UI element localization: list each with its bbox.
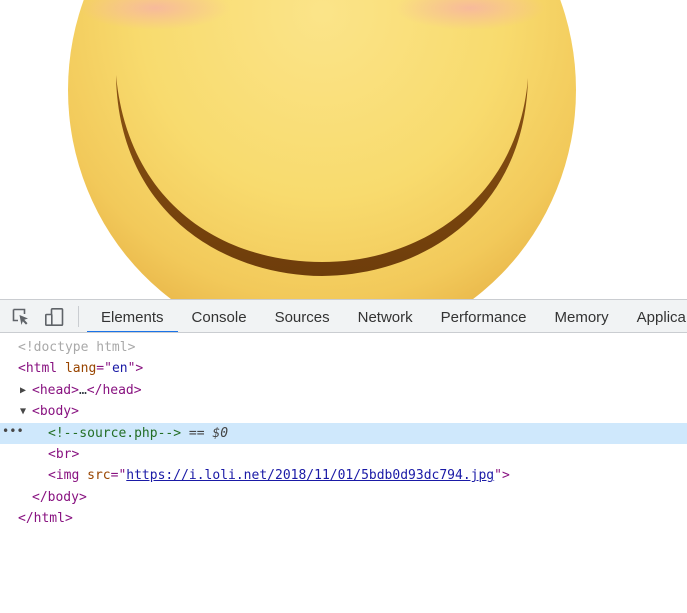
head-close-end: > (133, 382, 142, 398)
body-close-tag-name: body (47, 489, 79, 505)
body-close-end: > (78, 489, 87, 505)
img-attr-name: src (87, 468, 111, 484)
page-viewport (0, 0, 687, 299)
head-close-start: </ (86, 382, 103, 398)
html-attr-name: lang (64, 361, 97, 377)
head-ellipsis: … (78, 382, 87, 398)
dom-node-doctype[interactable]: <!doctype html> (0, 337, 687, 358)
html-close-start: </ (18, 511, 34, 527)
img-close-bracket: "> (494, 468, 510, 484)
br-tag-name: br (55, 446, 72, 462)
doctype-text: <!doctype html> (18, 340, 136, 355)
console-ref-label: == $0 (188, 425, 229, 441)
more-options-icon[interactable]: ••• (2, 421, 24, 442)
dom-tree: <!doctype html> <html lang="en"> ▶ <head… (0, 333, 687, 530)
head-open-bracket: < (32, 382, 40, 398)
body-open-end: > (71, 404, 79, 420)
devtools-panel: Elements Console Sources Network Perform… (0, 299, 687, 613)
tab-application[interactable]: Applica (623, 300, 687, 332)
html-open-bracket: < (18, 361, 26, 377)
comment-text: <!--source.php--> (48, 425, 182, 441)
tab-network[interactable]: Network (344, 300, 427, 332)
dom-node-head[interactable]: ▶ <head>…</head> (0, 380, 687, 401)
html-attr-value: en (111, 361, 128, 377)
device-toolbar-icon[interactable] (45, 308, 64, 326)
tab-elements[interactable]: Elements (87, 300, 178, 332)
inspect-element-icon[interactable] (12, 308, 30, 326)
dom-node-br[interactable]: <br> (0, 444, 687, 465)
collapse-triangle-icon[interactable]: ▼ (20, 401, 26, 422)
html-close-tag-name: html (33, 511, 65, 527)
dom-node-body-close[interactable]: </body> (0, 487, 687, 508)
devtools-tabs: Elements Console Sources Network Perform… (87, 300, 687, 332)
body-close-start: </ (32, 489, 48, 505)
img-tag-name: img (55, 468, 80, 484)
body-open-bracket: < (32, 404, 40, 420)
img-attr-eq: =" (110, 468, 127, 484)
img-src-link[interactable]: https://i.loli.net/2018/11/01/5bdb0d93dc… (126, 468, 494, 483)
html-close-end: > (64, 511, 73, 527)
br-close-bracket: > (71, 446, 80, 462)
head-tag-name: head (39, 382, 72, 398)
tab-performance[interactable]: Performance (427, 300, 541, 332)
devtools-toolbar: Elements Console Sources Network Perform… (0, 299, 687, 333)
head-close-tag-name: head (102, 382, 134, 398)
br-open-bracket: < (48, 446, 56, 462)
smiley-face-image (68, 0, 576, 299)
dom-node-html[interactable]: <html lang="en"> (0, 358, 687, 379)
dom-node-comment-selected[interactable]: ••• <!--source.php--> == $0 (0, 421, 687, 444)
body-tag-name: body (39, 404, 72, 420)
html-close-bracket: "> (127, 361, 144, 377)
toolbar-separator (78, 306, 79, 327)
html-tag-name: html (25, 361, 58, 377)
dom-node-img[interactable]: <img src="https://i.loli.net/2018/11/01/… (0, 465, 687, 486)
tab-sources[interactable]: Sources (261, 300, 344, 332)
expand-triangle-icon[interactable]: ▶ (20, 380, 26, 401)
tab-memory[interactable]: Memory (541, 300, 623, 332)
html-attr-eq: =" (96, 361, 112, 377)
dom-node-html-close[interactable]: </html> (0, 508, 687, 529)
tab-console[interactable]: Console (178, 300, 261, 332)
head-open-end: > (71, 382, 79, 398)
img-open-bracket: < (48, 468, 56, 484)
dom-node-body[interactable]: ▼ <body> (0, 401, 687, 422)
